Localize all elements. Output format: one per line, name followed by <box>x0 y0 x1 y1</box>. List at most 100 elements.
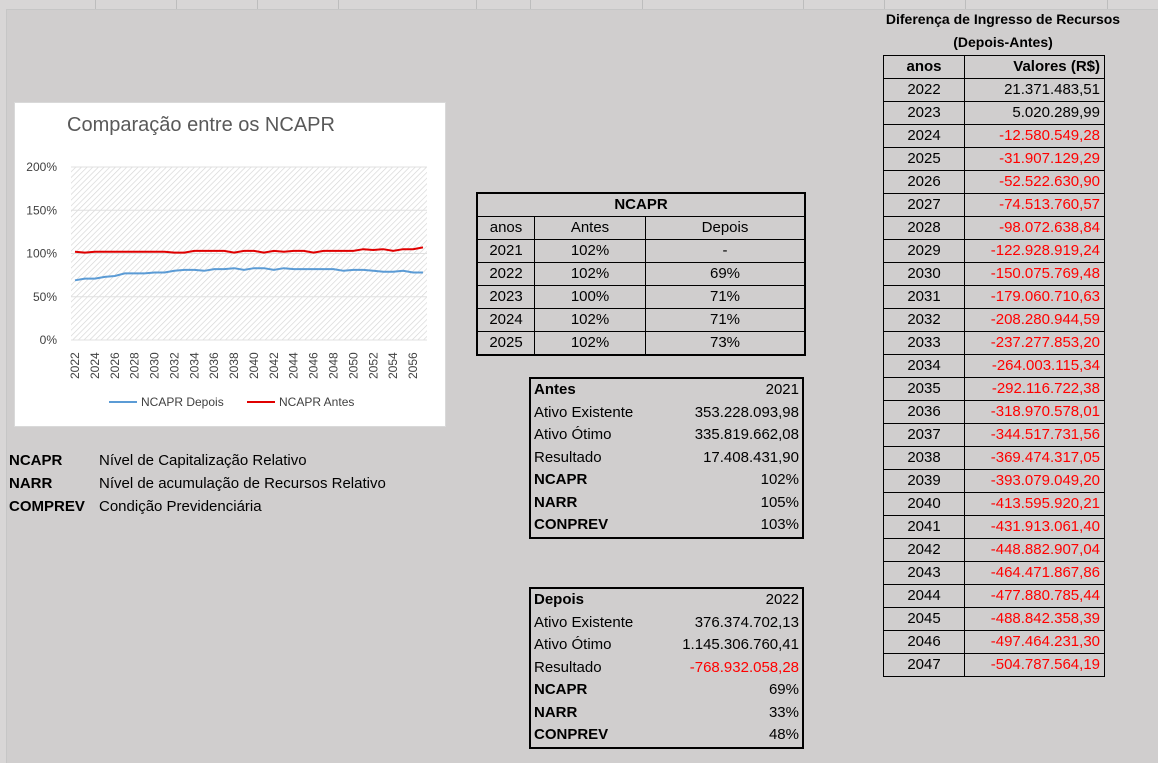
diff-value-cell[interactable]: -12.580.549,28 <box>964 124 1105 148</box>
antes-value[interactable]: 335.819.662,08 <box>663 424 803 447</box>
antes-value[interactable]: 17.408.431,90 <box>663 447 803 470</box>
ncapr-cell[interactable]: 102% <box>534 262 646 286</box>
diff-year-cell[interactable]: 2033 <box>883 331 965 355</box>
diff-value-cell[interactable]: -477.880.785,44 <box>964 584 1105 608</box>
antes-label[interactable]: Ativo Existente <box>530 402 663 425</box>
antes-label[interactable]: NARR <box>530 492 663 515</box>
diff-year-cell[interactable]: 2046 <box>883 630 965 654</box>
depois-value[interactable]: 2022 <box>656 588 803 612</box>
diff-value-cell[interactable]: -52.522.630,90 <box>964 170 1105 194</box>
diff-value-cell[interactable]: -237.277.853,20 <box>964 331 1105 355</box>
diff-year-cell[interactable]: 2023 <box>883 101 965 125</box>
diff-year-cell[interactable]: 2029 <box>883 239 965 263</box>
diff-header-anos[interactable]: anos <box>883 55 965 79</box>
diff-value-cell[interactable]: -122.928.919,24 <box>964 239 1105 263</box>
diff-value-cell[interactable]: 5.020.289,99 <box>964 101 1105 125</box>
ncapr-cell[interactable]: 2025 <box>476 331 535 356</box>
diff-value-cell[interactable]: -504.787.564,19 <box>964 653 1105 677</box>
diff-value-cell[interactable]: -464.471.867,86 <box>964 561 1105 585</box>
diff-year-cell[interactable]: 2030 <box>883 262 965 286</box>
diff-value-cell[interactable]: -344.517.731,56 <box>964 423 1105 447</box>
diff-value-cell[interactable]: -292.116.722,38 <box>964 377 1105 401</box>
ncapr-comparison-chart[interactable]: Comparação entre os NCAPR 200% 150% 100% 50… <box>14 102 446 427</box>
diff-year-cell[interactable]: 2036 <box>883 400 965 424</box>
antes-label[interactable]: Resultado <box>530 447 663 470</box>
depois-value[interactable]: 376.374.702,13 <box>656 612 803 635</box>
ncapr-cell[interactable]: 102% <box>534 239 646 263</box>
depois-label[interactable]: Ativo Existente <box>530 612 656 635</box>
ncapr-cell[interactable]: 69% <box>645 262 806 286</box>
ncapr-header-anos[interactable]: anos <box>476 216 535 240</box>
ncapr-cell[interactable]: 73% <box>645 331 806 356</box>
ncapr-cell[interactable]: 71% <box>645 308 806 332</box>
diff-year-cell[interactable]: 2031 <box>883 285 965 309</box>
diff-year-cell[interactable]: 2044 <box>883 584 965 608</box>
ncapr-cell[interactable]: 2024 <box>476 308 535 332</box>
diff-year-cell[interactable]: 2028 <box>883 216 965 240</box>
diff-value-cell[interactable]: -413.595.920,21 <box>964 492 1105 516</box>
antes-label[interactable]: Antes <box>530 378 663 402</box>
ncapr-cell[interactable]: 102% <box>534 308 646 332</box>
diff-year-cell[interactable]: 2047 <box>883 653 965 677</box>
depois-label[interactable]: CONPREV <box>530 724 656 748</box>
diff-year-cell[interactable]: 2034 <box>883 354 965 378</box>
diff-year-cell[interactable]: 2026 <box>883 170 965 194</box>
depois-label[interactable]: Ativo Ótimo <box>530 634 656 657</box>
diff-value-cell[interactable]: -431.913.061,40 <box>964 515 1105 539</box>
ncapr-cell[interactable]: 2021 <box>476 239 535 263</box>
depois-value[interactable]: 33% <box>656 702 803 725</box>
diff-value-cell[interactable]: -264.003.115,34 <box>964 354 1105 378</box>
diff-value-cell[interactable]: -369.474.317,05 <box>964 446 1105 470</box>
ncapr-cell[interactable]: 71% <box>645 285 806 309</box>
depois-label[interactable]: Resultado <box>530 657 656 680</box>
diff-value-cell[interactable]: -448.882.907,04 <box>964 538 1105 562</box>
ncapr-cell[interactable]: 2023 <box>476 285 535 309</box>
antes-value[interactable]: 105% <box>663 492 803 515</box>
ncapr-cell[interactable]: 100% <box>534 285 646 309</box>
diff-header-valores[interactable]: Valores (R$) <box>964 55 1105 79</box>
antes-value[interactable]: 353.228.093,98 <box>663 402 803 425</box>
antes-label[interactable]: CONPREV <box>530 514 663 538</box>
depois-label[interactable]: Depois <box>530 588 656 612</box>
ncapr-cell[interactable]: 102% <box>534 331 646 356</box>
antes-value[interactable]: 2021 <box>663 378 803 402</box>
depois-value[interactable]: 1.145.306.760,41 <box>656 634 803 657</box>
ncapr-cell[interactable]: - <box>645 239 806 263</box>
antes-label[interactable]: NCAPR <box>530 469 663 492</box>
ncapr-header-antes[interactable]: Antes <box>534 216 646 240</box>
diff-year-cell[interactable]: 2039 <box>883 469 965 493</box>
diff-value-cell[interactable]: -497.464.231,30 <box>964 630 1105 654</box>
diff-value-cell[interactable]: -98.072.638,84 <box>964 216 1105 240</box>
diff-value-cell[interactable]: 21.371.483,51 <box>964 78 1105 102</box>
diff-year-cell[interactable]: 2025 <box>883 147 965 171</box>
diff-value-cell[interactable]: -150.075.769,48 <box>964 262 1105 286</box>
diff-year-cell[interactable]: 2045 <box>883 607 965 631</box>
diff-year-cell[interactable]: 2043 <box>883 561 965 585</box>
diff-year-cell[interactable]: 2042 <box>883 538 965 562</box>
depois-label[interactable]: NCAPR <box>530 679 656 702</box>
antes-value[interactable]: 103% <box>663 514 803 538</box>
depois-value[interactable]: 69% <box>656 679 803 702</box>
ncapr-cell[interactable]: 2022 <box>476 262 535 286</box>
diff-year-cell[interactable]: 2041 <box>883 515 965 539</box>
diff-value-cell[interactable]: -208.280.944,59 <box>964 308 1105 332</box>
diff-value-cell[interactable]: -31.907.129,29 <box>964 147 1105 171</box>
diff-year-cell[interactable]: 2040 <box>883 492 965 516</box>
depois-value[interactable]: 48% <box>656 724 803 748</box>
diff-year-cell[interactable]: 2032 <box>883 308 965 332</box>
diff-year-cell[interactable]: 2037 <box>883 423 965 447</box>
antes-label[interactable]: Ativo Ótimo <box>530 424 663 447</box>
diff-year-cell[interactable]: 2038 <box>883 446 965 470</box>
diff-year-cell[interactable]: 2022 <box>883 78 965 102</box>
depois-label[interactable]: NARR <box>530 702 656 725</box>
diff-value-cell[interactable]: -393.079.049,20 <box>964 469 1105 493</box>
diff-year-cell[interactable]: 2027 <box>883 193 965 217</box>
diff-value-cell[interactable]: -488.842.358,39 <box>964 607 1105 631</box>
ncapr-header-depois[interactable]: Depois <box>645 216 806 240</box>
diff-year-cell[interactable]: 2024 <box>883 124 965 148</box>
antes-value[interactable]: 102% <box>663 469 803 492</box>
diff-value-cell[interactable]: -318.970.578,01 <box>964 400 1105 424</box>
diff-year-cell[interactable]: 2035 <box>883 377 965 401</box>
diff-value-cell[interactable]: -179.060.710,63 <box>964 285 1105 309</box>
diff-value-cell[interactable]: -74.513.760,57 <box>964 193 1105 217</box>
